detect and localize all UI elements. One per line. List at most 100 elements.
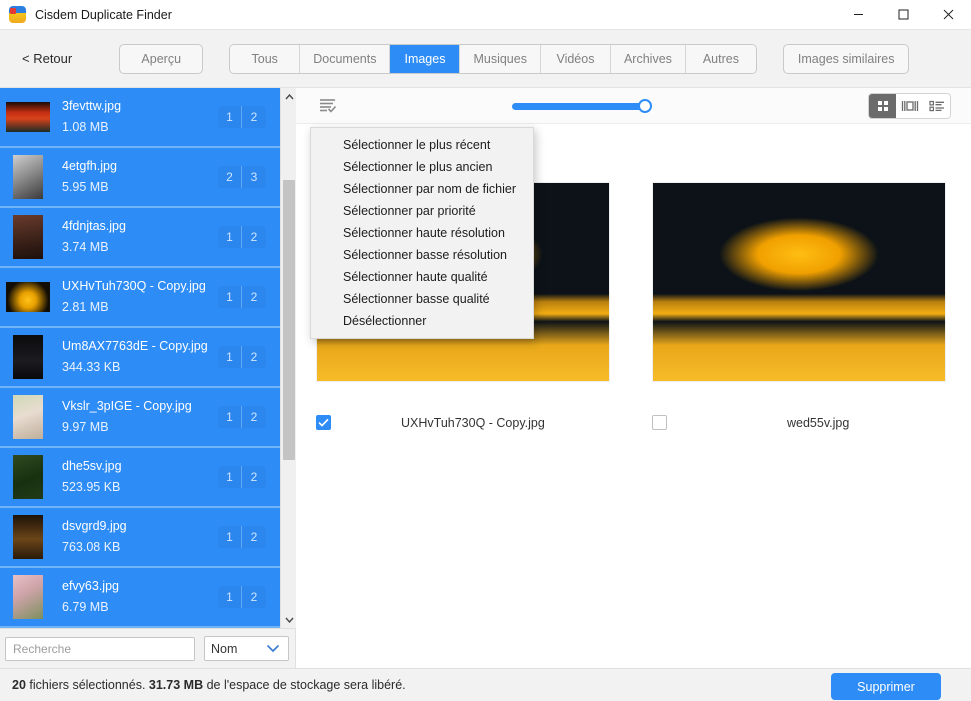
tab-images[interactable]: Images bbox=[390, 45, 460, 73]
sort-select[interactable]: Nom bbox=[204, 636, 289, 661]
badge-right-value: 2 bbox=[242, 586, 266, 608]
image-cell[interactable] bbox=[652, 182, 946, 382]
slider-track bbox=[512, 103, 647, 110]
tab-vid-os[interactable]: Vidéos bbox=[541, 45, 611, 73]
file-list-item[interactable]: dhe5sv.jpg523.95 KB12 bbox=[0, 448, 280, 508]
tab-musiques[interactable]: Musiques bbox=[460, 45, 541, 73]
duplicate-count-badge: 12 bbox=[218, 286, 266, 308]
duplicate-count-badge: 12 bbox=[218, 406, 266, 428]
photo-thumb-brown-grass bbox=[6, 515, 50, 559]
file-list: 3fevttw.jpg1.08 MB124etgfh.jpg5.95 MB234… bbox=[0, 88, 280, 628]
status-bar: 20 fichiers sélectionnés. 31.73 MB de l'… bbox=[0, 668, 971, 701]
photo-thumb-pink-bouquet bbox=[6, 575, 50, 619]
context-menu-item[interactable]: Sélectionner basse qualité bbox=[311, 288, 533, 310]
photo-thumb-flowers-pale bbox=[6, 395, 50, 439]
delete-button[interactable]: Supprimer bbox=[831, 673, 941, 700]
badge-left-value: 1 bbox=[218, 286, 242, 308]
file-size: 1.08 MB bbox=[62, 119, 218, 136]
file-meta: Um8AX7763dE - Copy.jpg344.33 KB bbox=[62, 338, 218, 376]
file-list-item[interactable]: dsvgrd9.jpg763.08 KB12 bbox=[0, 508, 280, 568]
view-mode-switch bbox=[868, 93, 951, 119]
context-menu-item[interactable]: Sélectionner le plus récent bbox=[311, 134, 533, 156]
image-file-name: wed55v.jpg bbox=[787, 416, 849, 430]
tab-autres[interactable]: Autres bbox=[686, 45, 756, 73]
file-list-sidebar: 3fevttw.jpg1.08 MB124etgfh.jpg5.95 MB234… bbox=[0, 88, 296, 628]
image-select-checkbox[interactable] bbox=[316, 415, 331, 430]
file-name: UXHvTuh730Q - Copy.jpg bbox=[62, 278, 218, 295]
duplicate-count-badge: 12 bbox=[218, 586, 266, 608]
photo-thumb-red-neon bbox=[6, 95, 50, 139]
close-icon[interactable] bbox=[926, 0, 971, 30]
file-meta: 4fdnjtas.jpg3.74 MB bbox=[62, 218, 218, 256]
file-meta: 3fevttw.jpg 1.08 MB bbox=[62, 98, 218, 136]
photo-thumb-dark-night bbox=[6, 335, 50, 379]
badge-right-value: 2 bbox=[242, 526, 266, 548]
sort-select-value: Nom bbox=[211, 642, 237, 656]
minimize-icon[interactable] bbox=[836, 0, 881, 30]
freed-size-label: de l'espace de stockage sera libéré. bbox=[207, 678, 406, 692]
context-menu-item[interactable]: Sélectionner par priorité bbox=[311, 200, 533, 222]
context-menu-item[interactable]: Sélectionner par nom de fichier bbox=[311, 178, 533, 200]
file-meta: dsvgrd9.jpg763.08 KB bbox=[62, 518, 218, 556]
file-name: 3fevttw.jpg bbox=[62, 98, 218, 115]
slider-knob[interactable] bbox=[638, 99, 652, 113]
context-menu-item[interactable]: Désélectionner bbox=[311, 310, 533, 332]
file-list-item[interactable]: Vkslr_3pIGE - Copy.jpg9.97 MB12 bbox=[0, 388, 280, 448]
search-bar: Nom bbox=[0, 628, 296, 668]
window-controls bbox=[836, 0, 971, 30]
status-text: 20 fichiers sélectionnés. 31.73 MB de l'… bbox=[12, 678, 406, 692]
maximize-icon[interactable] bbox=[881, 0, 926, 30]
duplicate-count-badge: 12 bbox=[218, 346, 266, 368]
file-list-item[interactable]: Um8AX7763dE - Copy.jpg344.33 KB12 bbox=[0, 328, 280, 388]
preview-button[interactable]: Aperçu bbox=[119, 44, 203, 74]
main-bottom-spacer bbox=[296, 628, 971, 668]
badge-left-value: 1 bbox=[218, 586, 242, 608]
file-meta: 4etgfh.jpg5.95 MB bbox=[62, 158, 218, 196]
photo-thumb-grey-bird bbox=[6, 155, 50, 199]
file-size: 9.97 MB bbox=[62, 419, 218, 436]
category-tabs: TousDocumentsImagesMusiquesVidéosArchive… bbox=[229, 44, 757, 74]
sort-list-icon[interactable] bbox=[316, 96, 340, 116]
file-meta: Vkslr_3pIGE - Copy.jpg9.97 MB bbox=[62, 398, 218, 436]
chevron-down-icon[interactable] bbox=[281, 611, 296, 628]
image-select-checkbox[interactable] bbox=[652, 415, 667, 430]
thumbnail-size-slider[interactable] bbox=[512, 99, 652, 113]
search-input[interactable] bbox=[5, 637, 195, 661]
context-menu-item[interactable]: Sélectionner haute qualité bbox=[311, 266, 533, 288]
tab-tous[interactable]: Tous bbox=[230, 45, 300, 73]
tab-documents[interactable]: Documents bbox=[300, 45, 390, 73]
similar-images-button[interactable]: Images similaires bbox=[783, 44, 910, 74]
column-view-icon[interactable] bbox=[896, 94, 923, 118]
duplicate-count-badge: 23 bbox=[218, 166, 266, 188]
file-list-item[interactable]: 3fevttw.jpg1.08 MB12 bbox=[0, 88, 280, 148]
chevron-up-icon[interactable] bbox=[281, 88, 296, 105]
chevron-down-icon bbox=[266, 642, 280, 656]
badge-left-value: 1 bbox=[218, 106, 242, 128]
duplicate-image-preview[interactable] bbox=[652, 182, 946, 382]
tab-archives[interactable]: Archives bbox=[611, 45, 686, 73]
duplicate-count-badge: 12 bbox=[218, 466, 266, 488]
back-button[interactable]: < Retour bbox=[20, 47, 74, 70]
grid-view-icon[interactable] bbox=[869, 94, 896, 118]
list-view-icon[interactable] bbox=[923, 94, 950, 118]
file-size: 5.95 MB bbox=[62, 179, 218, 196]
file-name: 4fdnjtas.jpg bbox=[62, 218, 218, 235]
context-menu-item[interactable]: Sélectionner haute résolution bbox=[311, 222, 533, 244]
sidebar-scrollbar[interactable] bbox=[280, 88, 296, 628]
duplicate-count-badge: 12 bbox=[218, 526, 266, 548]
file-list-item[interactable]: 4etgfh.jpg5.95 MB23 bbox=[0, 148, 280, 208]
badge-right-value: 2 bbox=[242, 286, 266, 308]
scrollbar-thumb[interactable] bbox=[283, 180, 295, 460]
image-caption-row: wed55v.jpg bbox=[652, 415, 849, 430]
photo-thumb-yellow-flower bbox=[6, 275, 50, 319]
file-size: 344.33 KB bbox=[62, 359, 218, 376]
file-list-item[interactable]: 4fdnjtas.jpg3.74 MB12 bbox=[0, 208, 280, 268]
photo-thumb-portrait bbox=[6, 215, 50, 259]
context-menu-item[interactable]: Sélectionner le plus ancien bbox=[311, 156, 533, 178]
badge-left-value: 1 bbox=[218, 226, 242, 248]
file-list-item[interactable]: UXHvTuh730Q - Copy.jpg2.81 MB12 bbox=[0, 268, 280, 328]
file-name: efvy63.jpg bbox=[62, 578, 218, 595]
selection-context-menu: Sélectionner le plus récentSélectionner … bbox=[310, 127, 534, 339]
file-list-item[interactable]: efvy63.jpg6.79 MB12 bbox=[0, 568, 280, 628]
context-menu-item[interactable]: Sélectionner basse résolution bbox=[311, 244, 533, 266]
